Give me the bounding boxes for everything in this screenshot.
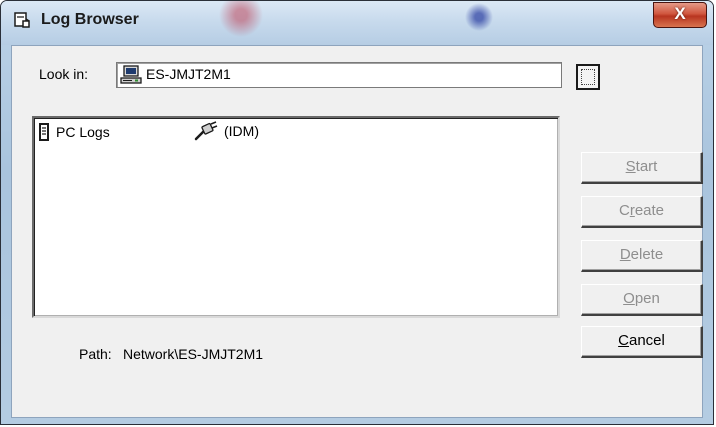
- look-in-value: ES-JMJT2M1: [146, 66, 231, 82]
- log-book-icon: [39, 123, 49, 141]
- computer-icon: [120, 65, 142, 84]
- title-bar[interactable]: Log Browser X: [1, 1, 713, 45]
- log-browser-icon: [14, 12, 30, 28]
- network-plug-icon: [194, 121, 218, 141]
- close-icon: X: [674, 4, 686, 23]
- dialog-body: Look in: ES-JMJT2M1 PC Logs (IDM) Path: …: [11, 45, 703, 418]
- cancel-button[interactable]: Cancel: [581, 326, 703, 358]
- list-item-label: (IDM): [224, 123, 259, 139]
- path-value: Network\ES-JMJT2M1: [123, 346, 264, 362]
- look-in-combo[interactable]: ES-JMJT2M1: [116, 62, 562, 88]
- delete-button[interactable]: Delete: [581, 240, 703, 272]
- log-browser-window: Log Browser X Look in: ES-JMJT2M1 PC Log…: [0, 0, 714, 425]
- create-button[interactable]: Create: [581, 196, 703, 228]
- start-button[interactable]: Start: [581, 152, 703, 184]
- log-list[interactable]: PC Logs (IDM): [32, 116, 560, 318]
- window-title: Log Browser: [41, 11, 139, 28]
- browse-button[interactable]: [576, 64, 600, 90]
- open-button[interactable]: Open: [581, 284, 703, 316]
- list-item-pc-logs[interactable]: PC Logs: [38, 122, 110, 142]
- path-label: Path:: [79, 346, 112, 362]
- look-in-label: Look in:: [39, 66, 89, 82]
- list-item-idm[interactable]: (IDM): [194, 121, 259, 141]
- close-button[interactable]: X: [653, 2, 707, 28]
- list-item-label: PC Logs: [56, 124, 110, 140]
